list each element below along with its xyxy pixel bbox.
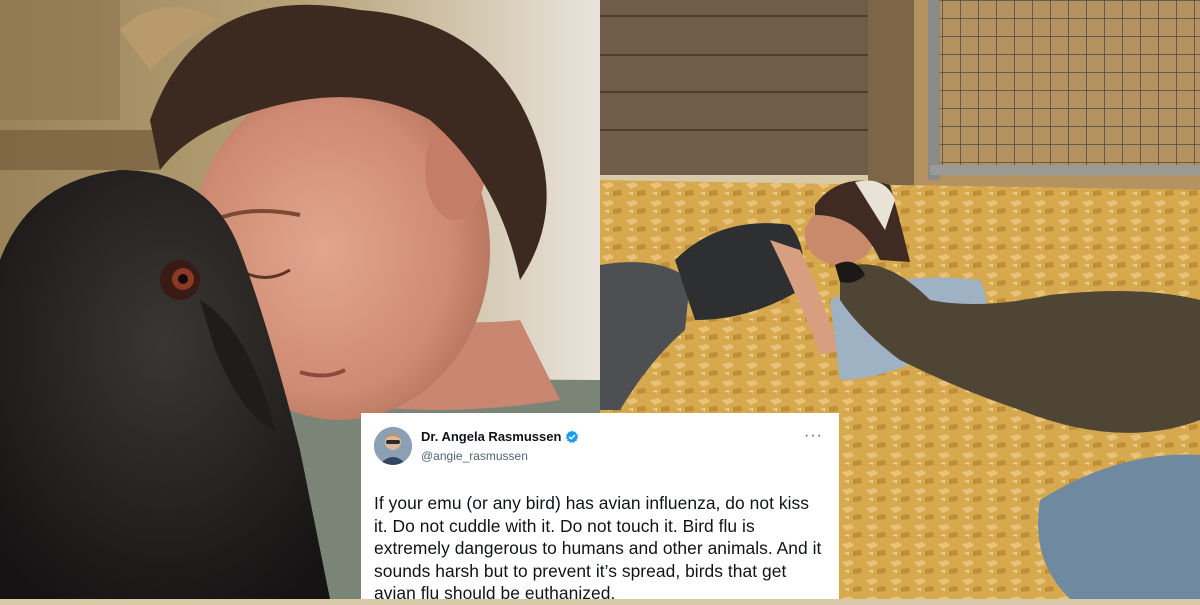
author-names: Dr. Angela Rasmussen @angie_rasmussen <box>421 429 579 463</box>
author-display-name[interactable]: Dr. Angela Rasmussen <box>421 429 561 444</box>
tweet-text: If your emu (or any bird) has avian infl… <box>374 493 822 603</box>
tweet-card[interactable]: Dr. Angela Rasmussen @angie_rasmussen ··… <box>361 413 839 603</box>
avatar[interactable] <box>374 427 412 465</box>
tweet-header: Dr. Angela Rasmussen @angie_rasmussen ··… <box>374 427 825 471</box>
more-options-icon[interactable]: ··· <box>804 428 823 444</box>
author-handle[interactable]: @angie_rasmussen <box>421 449 579 463</box>
verified-badge-icon <box>565 430 579 444</box>
